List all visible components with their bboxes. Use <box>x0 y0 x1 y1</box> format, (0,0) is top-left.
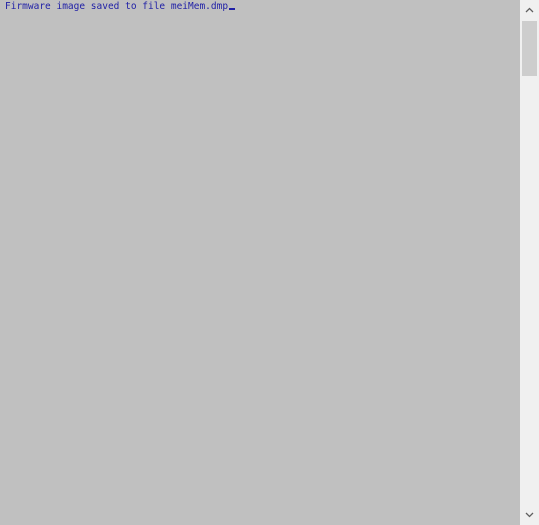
console-line: Firmware image saved to file meiMem.dmp <box>5 1 236 13</box>
scroll-track[interactable] <box>520 20 539 505</box>
scroll-thumb[interactable] <box>522 21 537 76</box>
chevron-down-icon <box>525 512 534 518</box>
scroll-up-button[interactable] <box>520 0 539 20</box>
console-window: Firmware image saved to file meiMem.dmp <box>0 0 539 525</box>
console-output-text: Firmware image saved to file meiMem.dmp <box>5 1 229 12</box>
text-cursor <box>229 8 236 10</box>
console-output-area[interactable]: Firmware image saved to file meiMem.dmp <box>0 0 520 525</box>
vertical-scrollbar[interactable] <box>520 0 539 525</box>
scroll-down-button[interactable] <box>520 505 539 525</box>
chevron-up-icon <box>525 7 534 13</box>
